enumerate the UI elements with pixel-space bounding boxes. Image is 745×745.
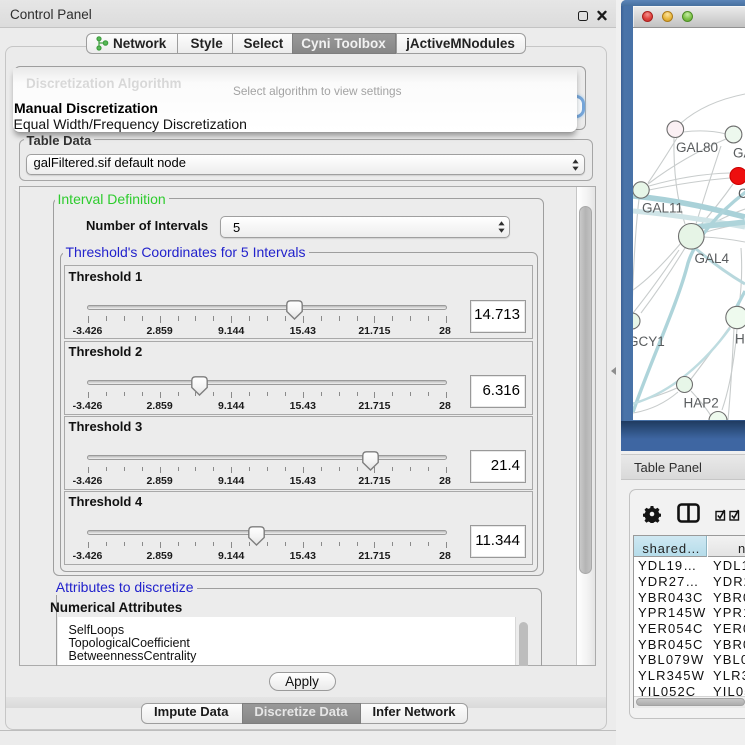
svg-text:GA: GA — [733, 146, 745, 161]
svg-text:C: C — [738, 186, 745, 201]
svg-text:GCY1: GCY1 — [633, 334, 665, 349]
svg-text:GAL4: GAL4 — [695, 251, 730, 266]
svg-text:HAP2: HAP2 — [684, 396, 719, 411]
svg-text:GAL11: GAL11 — [642, 201, 683, 216]
svg-text:H: H — [735, 332, 745, 347]
svg-text:GAL80: GAL80 — [676, 140, 718, 155]
